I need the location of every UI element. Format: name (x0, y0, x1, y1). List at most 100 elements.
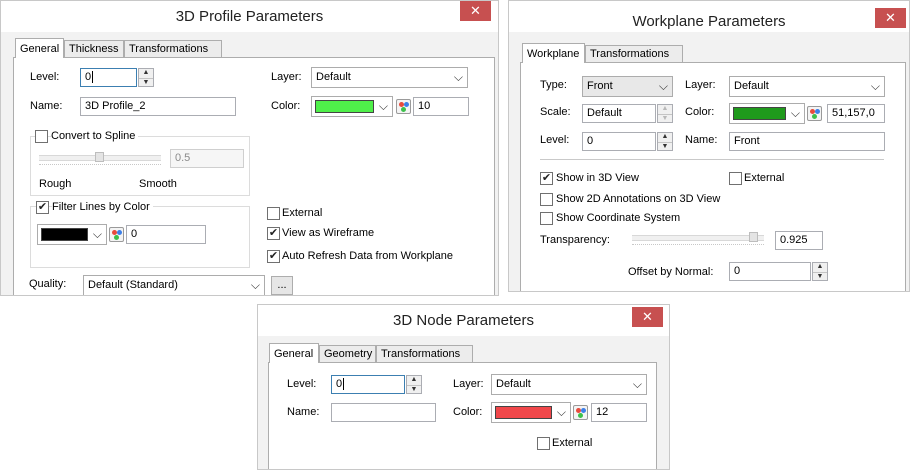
show-coordinate-system-checkbox[interactable] (540, 212, 553, 225)
color-label: Color: (685, 106, 715, 118)
offset-label: Offset by Normal: (628, 266, 714, 278)
chevron-down-icon: ⌵ (92, 227, 102, 241)
name-label: Name: (685, 134, 718, 146)
name-label: Name: (287, 406, 320, 418)
layer-select[interactable]: Default ⌵ (729, 76, 885, 97)
palette-icon[interactable] (807, 106, 822, 121)
palette-icon[interactable] (573, 405, 588, 420)
workplane-titlebar[interactable]: Workplane Parameters ✕ (509, 1, 909, 32)
spin-up-icon[interactable]: ▲ (407, 376, 421, 385)
auto-refresh-label: Auto Refresh Data from Workplane (282, 250, 453, 262)
checkmark-icon: ✔ (268, 227, 279, 239)
tab-transformations[interactable]: Transformations (376, 345, 473, 362)
external-label: External (552, 437, 593, 449)
filter-color-select[interactable]: ⌵ (37, 224, 107, 245)
tab-workplane[interactable]: Workplane (522, 43, 585, 63)
level-stepper[interactable]: ▲ ▼ (406, 375, 422, 394)
checkmark-icon: ✔ (268, 250, 279, 262)
external-checkbox[interactable] (267, 207, 280, 220)
spin-up-icon[interactable]: ▲ (813, 263, 827, 272)
spin-up-icon[interactable]: ▲ (139, 69, 153, 78)
spin-up-icon[interactable]: ▲ (658, 105, 672, 114)
name-field[interactable] (331, 403, 436, 422)
workplane-close-button[interactable]: ✕ (875, 8, 906, 28)
name-field[interactable]: Front (729, 132, 885, 151)
level-stepper[interactable]: ▲ ▼ (657, 132, 673, 151)
palette-icon[interactable] (396, 99, 411, 114)
spin-down-icon[interactable]: ▼ (139, 77, 153, 88)
filter-index-field[interactable]: 0 (126, 225, 206, 244)
close-icon: ✕ (470, 3, 481, 18)
palette-icon[interactable] (109, 227, 124, 242)
node-titlebar[interactable]: 3D Node Parameters ✕ (258, 305, 669, 336)
tab-geometry[interactable]: Geometry (319, 345, 376, 362)
spin-down-icon[interactable]: ▼ (658, 113, 672, 124)
quality-label: Quality: (29, 278, 67, 290)
layer-label: Layer: (271, 71, 302, 83)
wireframe-label: View as Wireframe (282, 227, 375, 239)
external-checkbox[interactable] (729, 172, 742, 185)
tab-thickness[interactable]: Thickness (64, 40, 124, 57)
color-select[interactable]: ⌵ (311, 96, 393, 117)
color-swatch (733, 107, 786, 120)
node-close-button[interactable]: ✕ (632, 307, 663, 327)
transparency-field[interactable]: 0.925 (775, 231, 823, 250)
checkmark-icon: ✔ (37, 201, 48, 213)
type-label: Type: (540, 79, 567, 91)
spin-down-icon[interactable]: ▼ (407, 384, 421, 395)
offset-stepper[interactable]: ▲ ▼ (812, 262, 828, 281)
chevron-down-icon: ⌵ (378, 99, 388, 113)
tab-transformations[interactable]: Transformations (124, 40, 222, 57)
color-select[interactable]: ⌵ (729, 103, 805, 124)
rough-label: Rough (39, 178, 72, 190)
layer-select[interactable]: Default ⌵ (311, 67, 468, 88)
profile-titlebar[interactable]: 3D Profile Parameters ✕ (1, 1, 498, 32)
color-rgb-field[interactable]: 51,157,0 (827, 104, 885, 123)
tab-general[interactable]: General (15, 38, 64, 58)
filter-lines-label: Filter Lines by Color (52, 201, 153, 214)
chevron-down-icon: ⌵ (658, 79, 668, 93)
spin-down-icon[interactable]: ▼ (658, 141, 672, 152)
color-index-field[interactable]: 12 (591, 403, 647, 422)
smoothness-field[interactable]: 0.5 (170, 149, 244, 168)
external-checkbox[interactable] (537, 437, 550, 450)
scale-label: Scale: (540, 106, 571, 118)
profile-close-button[interactable]: ✕ (460, 1, 491, 21)
color-swatch (315, 100, 374, 113)
show-2d-annotations-checkbox[interactable] (540, 193, 553, 206)
show-3d-checkbox[interactable]: ✔ (540, 172, 553, 185)
transparency-slider-thumb[interactable] (749, 232, 758, 242)
name-field[interactable]: 3D Profile_2 (80, 97, 236, 116)
node-title: 3D Node Parameters (393, 312, 534, 329)
slider-ticks (632, 244, 764, 249)
type-select[interactable]: Front ⌵ (582, 76, 673, 97)
auto-refresh-checkbox[interactable]: ✔ (267, 250, 280, 263)
spin-up-icon[interactable]: ▲ (658, 133, 672, 142)
offset-field[interactable]: 0 (729, 262, 811, 281)
smoothness-slider-thumb[interactable] (95, 152, 104, 162)
filter-lines-checkbox[interactable]: ✔ (36, 201, 49, 214)
color-index-field[interactable]: 10 (413, 97, 469, 116)
color-select[interactable]: ⌵ (491, 402, 571, 423)
quality-select[interactable]: Default (Standard) ⌵ (83, 275, 265, 295)
quality-options-button[interactable]: ... (271, 276, 293, 295)
wireframe-checkbox[interactable]: ✔ (267, 227, 280, 240)
tab-general[interactable]: General (269, 343, 319, 363)
chevron-down-icon: ⌵ (250, 278, 260, 292)
level-field[interactable]: 0 (331, 375, 405, 394)
scale-field[interactable]: Default (582, 104, 656, 123)
workplane-panel: Type: Front ⌵ Layer: Default ⌵ Scale: De… (520, 62, 906, 291)
layer-select[interactable]: Default ⌵ (491, 374, 647, 395)
profile-general-panel: Level: 0 ▲ ▼ Layer: Default ⌵ Name: 3D P… (13, 57, 495, 295)
level-field[interactable]: 0 (80, 68, 137, 87)
chevron-down-icon: ⌵ (870, 79, 880, 93)
scale-stepper[interactable]: ▲ ▼ (657, 104, 673, 123)
convert-to-spline-checkbox[interactable] (35, 130, 48, 143)
level-stepper[interactable]: ▲ ▼ (138, 68, 154, 87)
level-field[interactable]: 0 (582, 132, 656, 151)
tab-transformations[interactable]: Transformations (585, 45, 683, 62)
spin-down-icon[interactable]: ▼ (813, 271, 827, 282)
transparency-slider[interactable] (632, 235, 764, 241)
level-label: Level: (287, 378, 317, 390)
divider (540, 159, 884, 160)
